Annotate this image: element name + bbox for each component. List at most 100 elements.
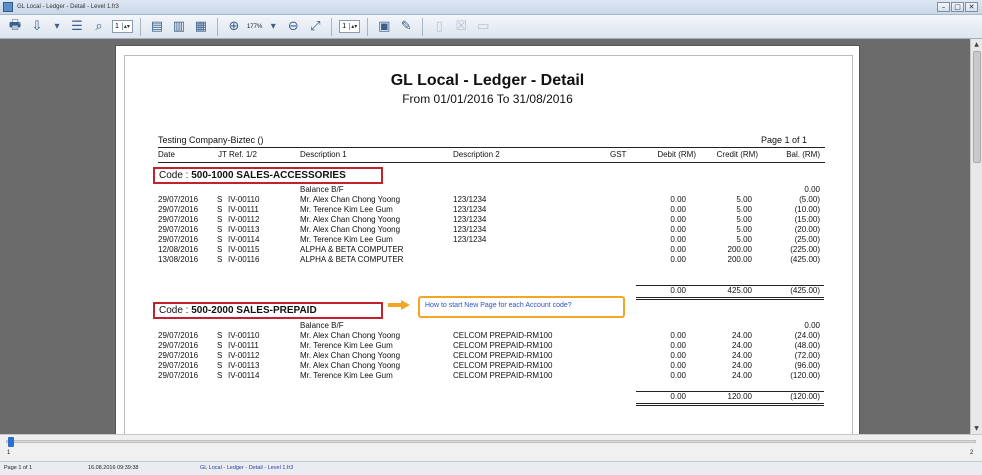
scroll-down-icon[interactable]: ▼	[971, 423, 982, 434]
preview-area[interactable]: GL Local - Ledger - Detail From 01/01/20…	[0, 39, 970, 434]
row-s: S	[217, 195, 223, 204]
toolbar-separator	[139, 17, 141, 36]
two-pages-icon[interactable]: ▥	[170, 18, 188, 36]
row-ref: IV-00113	[228, 225, 260, 234]
balance-bf-label: Balance B/F	[300, 321, 344, 330]
total-double-rule	[636, 405, 824, 406]
close-button[interactable]: ✕	[965, 2, 978, 12]
company-name: Testing Company-Biztec ()	[158, 135, 264, 145]
report-title: GL Local - Ledger - Detail	[390, 72, 585, 89]
zoom-dropdown-icon[interactable]: ▾	[266, 18, 280, 36]
total-debit: 0.00	[670, 392, 686, 401]
spin-arrows-icon[interactable]: ▴▾	[121, 23, 130, 30]
row-s: S	[217, 341, 223, 350]
single-page-icon[interactable]: ▤	[148, 18, 166, 36]
row-desc2: 123/1234	[453, 195, 487, 204]
row-s: S	[217, 331, 223, 340]
row-desc1: Mr. Terence Kim Lee Gum	[300, 341, 393, 350]
scroll-up-icon[interactable]: ▲	[971, 39, 982, 50]
row-s: S	[217, 225, 223, 234]
total-bal: (425.00)	[790, 286, 820, 295]
row-credit: 5.00	[736, 225, 752, 234]
edit-icon[interactable]: ✎	[397, 18, 415, 36]
level-spin[interactable]: 1 ▴▾	[339, 20, 361, 33]
page-slider-handle[interactable]	[8, 437, 14, 447]
restore-button[interactable]: □	[951, 2, 964, 12]
col-bal: Bal. (RM)	[786, 150, 820, 159]
row-credit: 5.00	[736, 235, 752, 244]
row-desc1: Mr. Alex Chan Chong Yoong	[300, 361, 401, 370]
outline-icon[interactable]: ▣	[375, 18, 393, 36]
toolbar-separator	[216, 17, 218, 36]
row-date: 29/07/2016	[158, 351, 199, 360]
print-icon[interactable]: 🖶	[6, 18, 24, 36]
status-page: Page 1 of 1	[4, 465, 33, 471]
row-debit: 0.00	[670, 235, 686, 244]
title-bar: GL Local - Ledger - Detail - Level 1.fr3…	[0, 0, 982, 15]
row-debit: 0.00	[670, 225, 686, 234]
row-debit: 0.00	[670, 245, 686, 254]
row-ref: IV-00116	[228, 255, 260, 264]
row-ref: IV-00115	[228, 245, 260, 254]
row-credit: 24.00	[731, 361, 752, 370]
minimize-button[interactable]: –	[937, 2, 950, 12]
account-code: 500-1000 SALES-ACCESSORIES	[191, 170, 346, 181]
toolbar-separator	[422, 17, 424, 36]
toolbar-separator	[367, 17, 369, 36]
col-desc1: Description 1	[300, 150, 347, 159]
spin-arrows-icon[interactable]: ▴▾	[349, 23, 357, 30]
row-debit: 0.00	[670, 205, 686, 214]
new-page-icon[interactable]: ▯	[430, 18, 448, 36]
setup-icon[interactable]: ☰	[68, 18, 86, 36]
window-title: GL Local - Ledger - Detail - Level 1.fr3	[17, 4, 119, 10]
total-double-rule	[636, 299, 824, 300]
col-date: Date	[158, 150, 175, 159]
header-rule	[158, 147, 825, 148]
find-icon[interactable]: ⌕	[90, 18, 108, 36]
row-credit: 5.00	[736, 215, 752, 224]
row-desc2: 123/1234	[453, 205, 487, 214]
row-s: S	[217, 371, 223, 380]
row-debit: 0.00	[670, 361, 686, 370]
row-desc1: ALPHA & BETA COMPUTER	[300, 245, 404, 254]
row-ref: IV-00111	[228, 341, 259, 350]
preview-toolbar: 🖶 ⇩ ▾ ☰ ⌕ 1 ▴▾ ▤ ▥ ▦ ⊕ 177% ▾ ⊖ ⤢ 1 ▴▾ ▣ ✎…	[0, 15, 982, 39]
total-double-rule	[636, 297, 824, 298]
total-debit: 0.00	[670, 286, 686, 295]
row-bal: (96.00)	[794, 361, 820, 370]
row-ref: IV-00113	[228, 361, 260, 370]
row-bal: (20.00)	[794, 225, 820, 234]
vertical-scrollbar[interactable]: ▲ ▼	[970, 39, 982, 434]
zoom-out-icon[interactable]: ⊖	[284, 18, 302, 36]
page-slider-track[interactable]	[6, 440, 976, 443]
column-header-rule	[158, 162, 825, 163]
export-icon[interactable]: ⇩	[28, 18, 46, 36]
row-bal: (225.00)	[790, 245, 820, 254]
row-credit: 24.00	[731, 331, 752, 340]
delete-page-icon[interactable]: ☒	[452, 18, 470, 36]
row-debit: 0.00	[670, 215, 686, 224]
row-desc2: 123/1234	[453, 225, 487, 234]
help-callout[interactable]: How to start New Page for each Account c…	[418, 296, 625, 318]
multi-page-icon[interactable]: ▦	[192, 18, 210, 36]
row-desc2: CELCOM PREPAID-RM100	[453, 371, 553, 380]
page-spin[interactable]: 1 ▴▾	[112, 20, 133, 33]
level-spin-value: 1	[342, 23, 347, 30]
fit-icon[interactable]: ⤢	[306, 18, 324, 36]
scroll-thumb[interactable]	[973, 51, 981, 163]
export-dropdown-icon[interactable]: ▾	[50, 18, 64, 36]
row-credit: 24.00	[731, 341, 752, 350]
zoom-in-icon[interactable]: ⊕	[225, 18, 243, 36]
row-s: S	[217, 215, 223, 224]
row-date: 29/07/2016	[158, 195, 199, 204]
row-date: 29/07/2016	[158, 331, 199, 340]
row-desc1: ALPHA & BETA COMPUTER	[300, 255, 404, 264]
row-ref: IV-00110	[228, 195, 260, 204]
row-date: 29/07/2016	[158, 215, 199, 224]
row-ref: IV-00112	[228, 351, 260, 360]
row-desc1: Mr. Alex Chan Chong Yoong	[300, 351, 401, 360]
row-bal: (425.00)	[790, 255, 820, 264]
row-debit: 0.00	[670, 371, 686, 380]
zoom-value[interactable]: 177%	[247, 24, 262, 30]
open-file-icon[interactable]: ▭	[474, 18, 492, 36]
